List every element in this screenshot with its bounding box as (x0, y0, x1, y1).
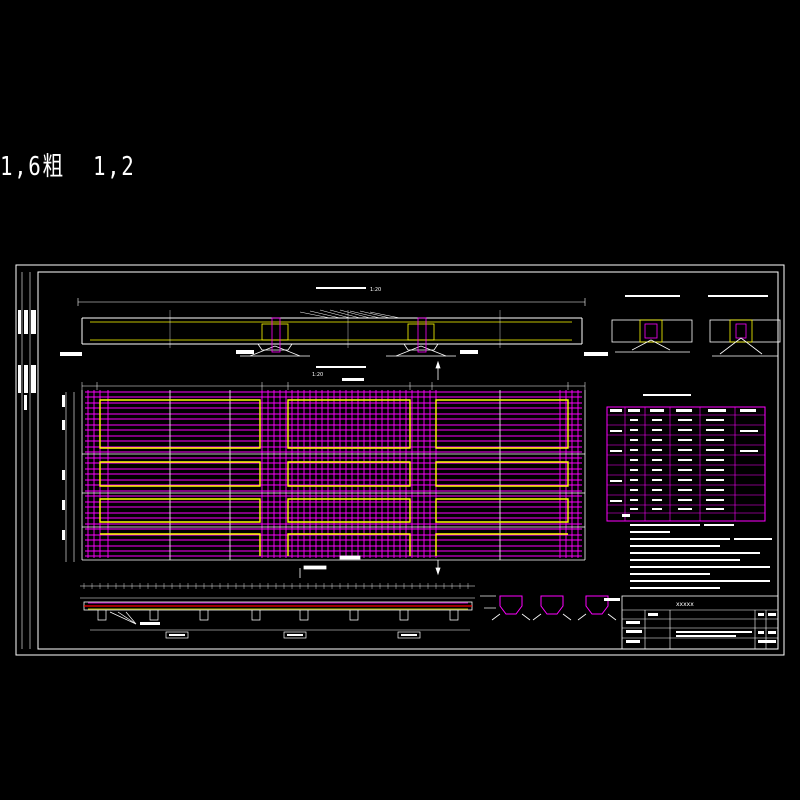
elevation-scale: 1:20 (370, 287, 381, 293)
binding-strip (18, 272, 36, 649)
longitudinal-section (80, 583, 475, 639)
elevation-view: 1:20 (60, 287, 608, 357)
cross-section-details (480, 595, 620, 621)
rebar-grid (85, 390, 582, 558)
general-notes (622, 514, 772, 589)
cad-drawing: 1:20 1:20 xxxxx (15, 264, 785, 656)
section-detail-a (611, 295, 693, 353)
plan-scale: 1:20 (312, 372, 323, 378)
plan-view: 1:20 (62, 360, 586, 578)
title-block: xxxxx (621, 595, 779, 650)
title-block-logo: xxxxx (676, 601, 694, 608)
rebar-schedule-table (606, 394, 766, 522)
section-detail-b (708, 295, 781, 357)
section-label-boxes (90, 629, 470, 639)
